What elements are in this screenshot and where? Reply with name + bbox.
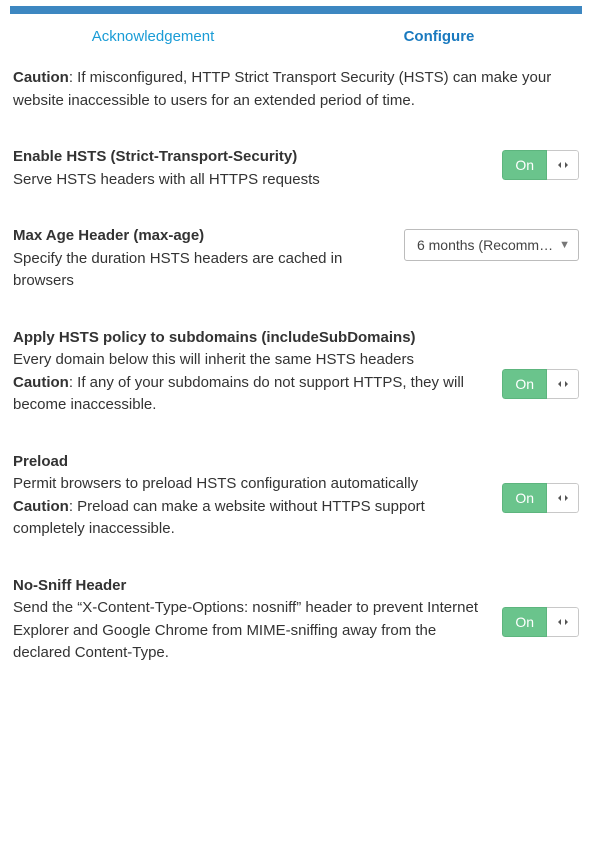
- setting-desc: Serve HSTS headers with all HTTPS reques…: [13, 169, 482, 192]
- toggle-handle-icon: [547, 607, 579, 637]
- tab-bar: Acknowledgement Configure: [10, 14, 582, 59]
- caution-text: : Preload can make a website without HTT…: [13, 498, 425, 538]
- setting-desc: Send the “X-Content-Type-Options: nosnif…: [13, 597, 482, 665]
- chevron-down-icon: ▼: [559, 239, 570, 251]
- setting-caution: Caution: Preload can make a website with…: [13, 496, 482, 541]
- setting-control: 6 months (Recomm… ▼: [404, 225, 579, 261]
- setting-control: On: [502, 451, 579, 513]
- setting-text: Apply HSTS policy to subdomains (include…: [13, 327, 502, 417]
- select-label: 6 months (Recomm…: [417, 237, 559, 253]
- caution-label: Caution: [13, 374, 69, 391]
- setting-control: On: [502, 146, 579, 180]
- setting-preload: Preload Permit browsers to preload HSTS …: [13, 417, 579, 541]
- caution-text: : If any of your subdomains do not suppo…: [13, 374, 464, 414]
- setting-subdomains: Apply HSTS policy to subdomains (include…: [13, 293, 579, 417]
- toggle-on-label: On: [502, 150, 547, 180]
- setting-title: Preload: [13, 451, 482, 474]
- setting-caution: Caution: If any of your subdomains do no…: [13, 372, 482, 417]
- caution-text: : If misconfigured, HTTP Strict Transpor…: [13, 69, 551, 109]
- setting-control: On: [502, 327, 579, 399]
- enable-hsts-toggle[interactable]: On: [502, 150, 579, 180]
- setting-text: Enable HSTS (Strict-Transport-Security) …: [13, 146, 502, 191]
- setting-title: Max Age Header (max-age): [13, 225, 384, 248]
- setting-nosniff: No-Sniff Header Send the “X-Content-Type…: [13, 541, 579, 665]
- toggle-on-label: On: [502, 483, 547, 513]
- preload-toggle[interactable]: On: [502, 483, 579, 513]
- header-bar: [10, 6, 582, 14]
- tab-acknowledgement[interactable]: Acknowledgement: [10, 14, 296, 59]
- toggle-handle-icon: [547, 150, 579, 180]
- setting-desc: Every domain below this will inherit the…: [13, 349, 482, 372]
- setting-text: Preload Permit browsers to preload HSTS …: [13, 451, 502, 541]
- setting-max-age: Max Age Header (max-age) Specify the dur…: [13, 191, 579, 293]
- subdomains-toggle[interactable]: On: [502, 369, 579, 399]
- max-age-select[interactable]: 6 months (Recomm… ▼: [404, 229, 579, 261]
- caution-label: Caution: [13, 69, 69, 86]
- nosniff-toggle[interactable]: On: [502, 607, 579, 637]
- setting-desc: Permit browsers to preload HSTS configur…: [13, 473, 482, 496]
- setting-enable-hsts: Enable HSTS (Strict-Transport-Security) …: [13, 112, 579, 191]
- tab-configure[interactable]: Configure: [296, 14, 582, 59]
- setting-title: No-Sniff Header: [13, 575, 482, 598]
- toggle-handle-icon: [547, 369, 579, 399]
- toggle-on-label: On: [502, 607, 547, 637]
- top-caution: Caution: If misconfigured, HTTP Strict T…: [13, 67, 579, 112]
- setting-text: Max Age Header (max-age) Specify the dur…: [13, 225, 404, 293]
- toggle-handle-icon: [547, 483, 579, 513]
- caution-label: Caution: [13, 498, 69, 515]
- setting-text: No-Sniff Header Send the “X-Content-Type…: [13, 575, 502, 665]
- settings-list: Enable HSTS (Strict-Transport-Security) …: [13, 112, 579, 665]
- setting-desc: Specify the duration HSTS headers are ca…: [13, 248, 384, 293]
- toggle-on-label: On: [502, 369, 547, 399]
- setting-title: Apply HSTS policy to subdomains (include…: [13, 327, 482, 350]
- setting-title: Enable HSTS (Strict-Transport-Security): [13, 146, 482, 169]
- setting-control: On: [502, 575, 579, 637]
